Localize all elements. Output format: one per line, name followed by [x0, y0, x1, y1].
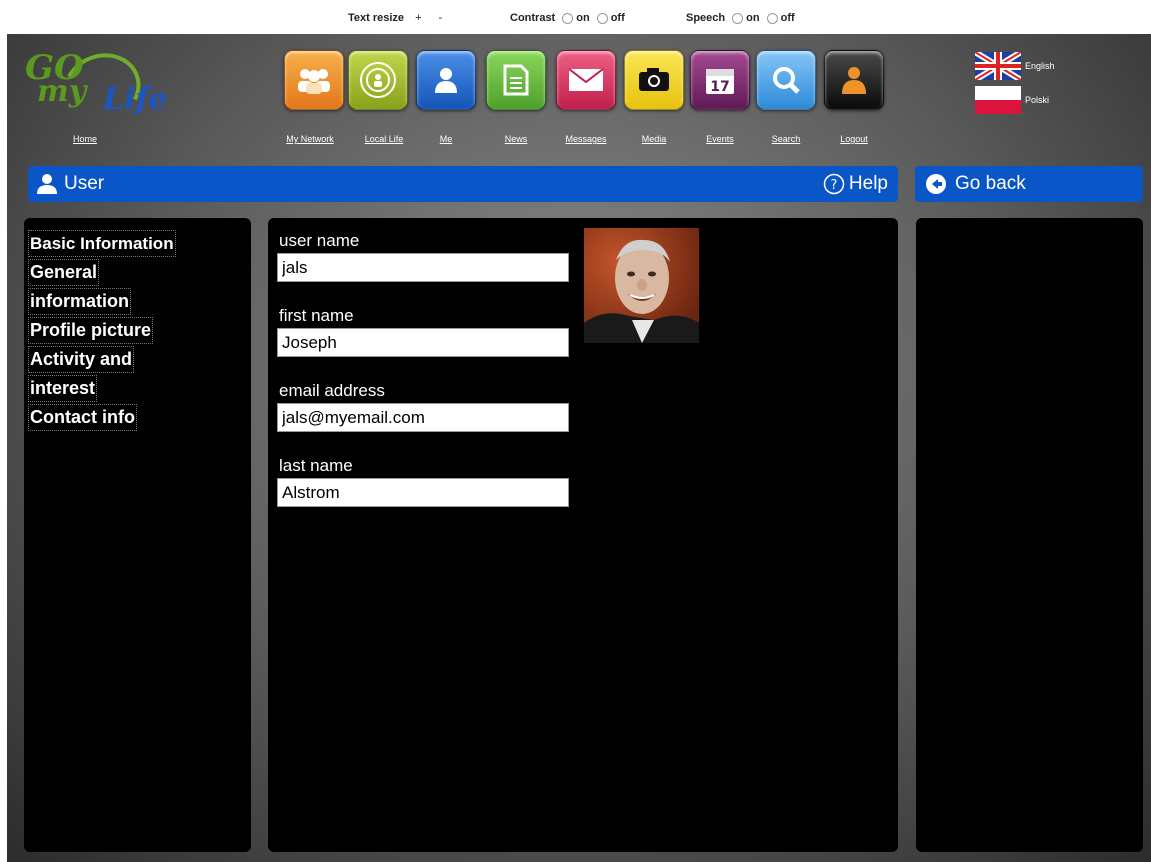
- contrast-off-label: off: [610, 12, 625, 24]
- accessibility-bar: Text resize + - Contrast on off Speech o…: [0, 0, 1151, 34]
- help-button[interactable]: ? Help: [823, 173, 888, 195]
- menu-profile-picture[interactable]: Profile picture: [28, 317, 154, 344]
- last-name-label: last name: [279, 456, 353, 475]
- target-icon: [348, 50, 408, 110]
- nav-my-network[interactable]: My Network: [283, 50, 345, 144]
- menu-activity-and-interest-cont[interactable]: interest: [28, 375, 98, 402]
- last-name-field[interactable]: [277, 478, 569, 507]
- right-panel: [916, 218, 1143, 852]
- profile-photo-image: [584, 228, 699, 343]
- user-icon: [37, 174, 57, 194]
- nav-me[interactable]: Me: [415, 50, 477, 144]
- nav-label: My Network: [286, 134, 334, 144]
- speech-on-radio[interactable]: [732, 12, 744, 24]
- go-back-button[interactable]: Go back: [915, 166, 1143, 202]
- go-back-label: Go back: [955, 173, 1026, 194]
- text-resize-minus-button[interactable]: -: [439, 12, 443, 24]
- nav-label: Search: [771, 134, 801, 144]
- nav-label: Local Life: [364, 134, 404, 144]
- camera-icon: [624, 50, 684, 110]
- envelope-icon: [556, 50, 616, 110]
- nav-search[interactable]: Search: [755, 50, 817, 144]
- language-label: English: [1025, 61, 1055, 71]
- speech-off-radio[interactable]: [766, 12, 778, 24]
- language-english[interactable]: English: [975, 52, 1055, 80]
- nav-events[interactable]: 17 Events: [689, 50, 751, 144]
- speech-label: Speech: [686, 12, 726, 24]
- magnifier-icon: [756, 50, 816, 110]
- logo-my-text: my: [37, 74, 87, 109]
- page-title: User: [64, 173, 105, 194]
- person-icon: [416, 50, 476, 110]
- text-resize-group: Text resize + -: [348, 12, 442, 24]
- logo-life-text: Life: [103, 82, 168, 117]
- svg-text:?: ?: [830, 178, 837, 193]
- gomylife-logo[interactable]: GO my Life: [25, 42, 180, 134]
- nav-logout[interactable]: Logout: [823, 50, 885, 144]
- nav-local-life[interactable]: Local Life: [347, 50, 409, 144]
- nav-label: Media: [641, 134, 667, 144]
- menu-general-information[interactable]: General: [28, 259, 100, 286]
- nav-label: Events: [706, 134, 734, 144]
- nav-messages[interactable]: Messages: [555, 50, 617, 144]
- first-name-field[interactable]: [277, 328, 569, 357]
- contrast-on-label: on: [576, 12, 590, 24]
- nav-label: Me: [439, 134, 453, 144]
- email-label: email address: [279, 381, 385, 400]
- uk-flag-icon: [975, 52, 1021, 80]
- svg-text:17: 17: [710, 79, 729, 95]
- language-polski[interactable]: Polski: [975, 86, 1049, 114]
- menu-general-information-cont[interactable]: information: [28, 288, 131, 315]
- back-arrow-icon: [926, 174, 946, 194]
- nav-label: Logout: [840, 134, 868, 144]
- speech-on-label: on: [746, 12, 760, 24]
- nav-news[interactable]: News: [485, 50, 547, 144]
- nav-label: News: [504, 134, 528, 144]
- page-title-bar: User ? Help: [28, 166, 898, 202]
- help-icon: ?: [823, 173, 845, 195]
- logout-icon: [824, 50, 884, 110]
- people-icon: [284, 50, 344, 110]
- document-icon: [486, 50, 546, 110]
- home-link[interactable]: Home: [73, 134, 97, 144]
- nav-label: Messages: [565, 134, 607, 144]
- contrast-off-radio[interactable]: [596, 12, 608, 24]
- speech-off-label: off: [780, 12, 795, 24]
- sidebar-menu: Basic Information General information Pr…: [28, 230, 176, 433]
- text-resize-label: Text resize: [348, 12, 405, 24]
- user-name-field[interactable]: [277, 253, 569, 282]
- contrast-label: Contrast: [510, 12, 556, 24]
- first-name-label: first name: [279, 306, 354, 325]
- contrast-group: Contrast on off: [510, 12, 625, 24]
- speech-group: Speech on off: [686, 12, 795, 24]
- profile-photo: [584, 228, 699, 343]
- text-resize-plus-button[interactable]: +: [415, 12, 421, 24]
- language-label: Polski: [1025, 95, 1050, 105]
- contrast-on-radio[interactable]: [562, 12, 574, 24]
- user-name-label: user name: [279, 231, 360, 250]
- calendar-icon: 17: [690, 50, 750, 110]
- nav-media[interactable]: Media: [623, 50, 685, 144]
- menu-activity-and-interest[interactable]: Activity and: [28, 346, 135, 373]
- main-panel: [268, 218, 898, 852]
- poland-flag-icon: [975, 86, 1021, 114]
- menu-contact-info[interactable]: Contact info: [28, 404, 137, 431]
- menu-basic-information[interactable]: Basic Information: [28, 230, 176, 257]
- email-field[interactable]: [277, 403, 569, 432]
- help-label: Help: [848, 173, 888, 194]
